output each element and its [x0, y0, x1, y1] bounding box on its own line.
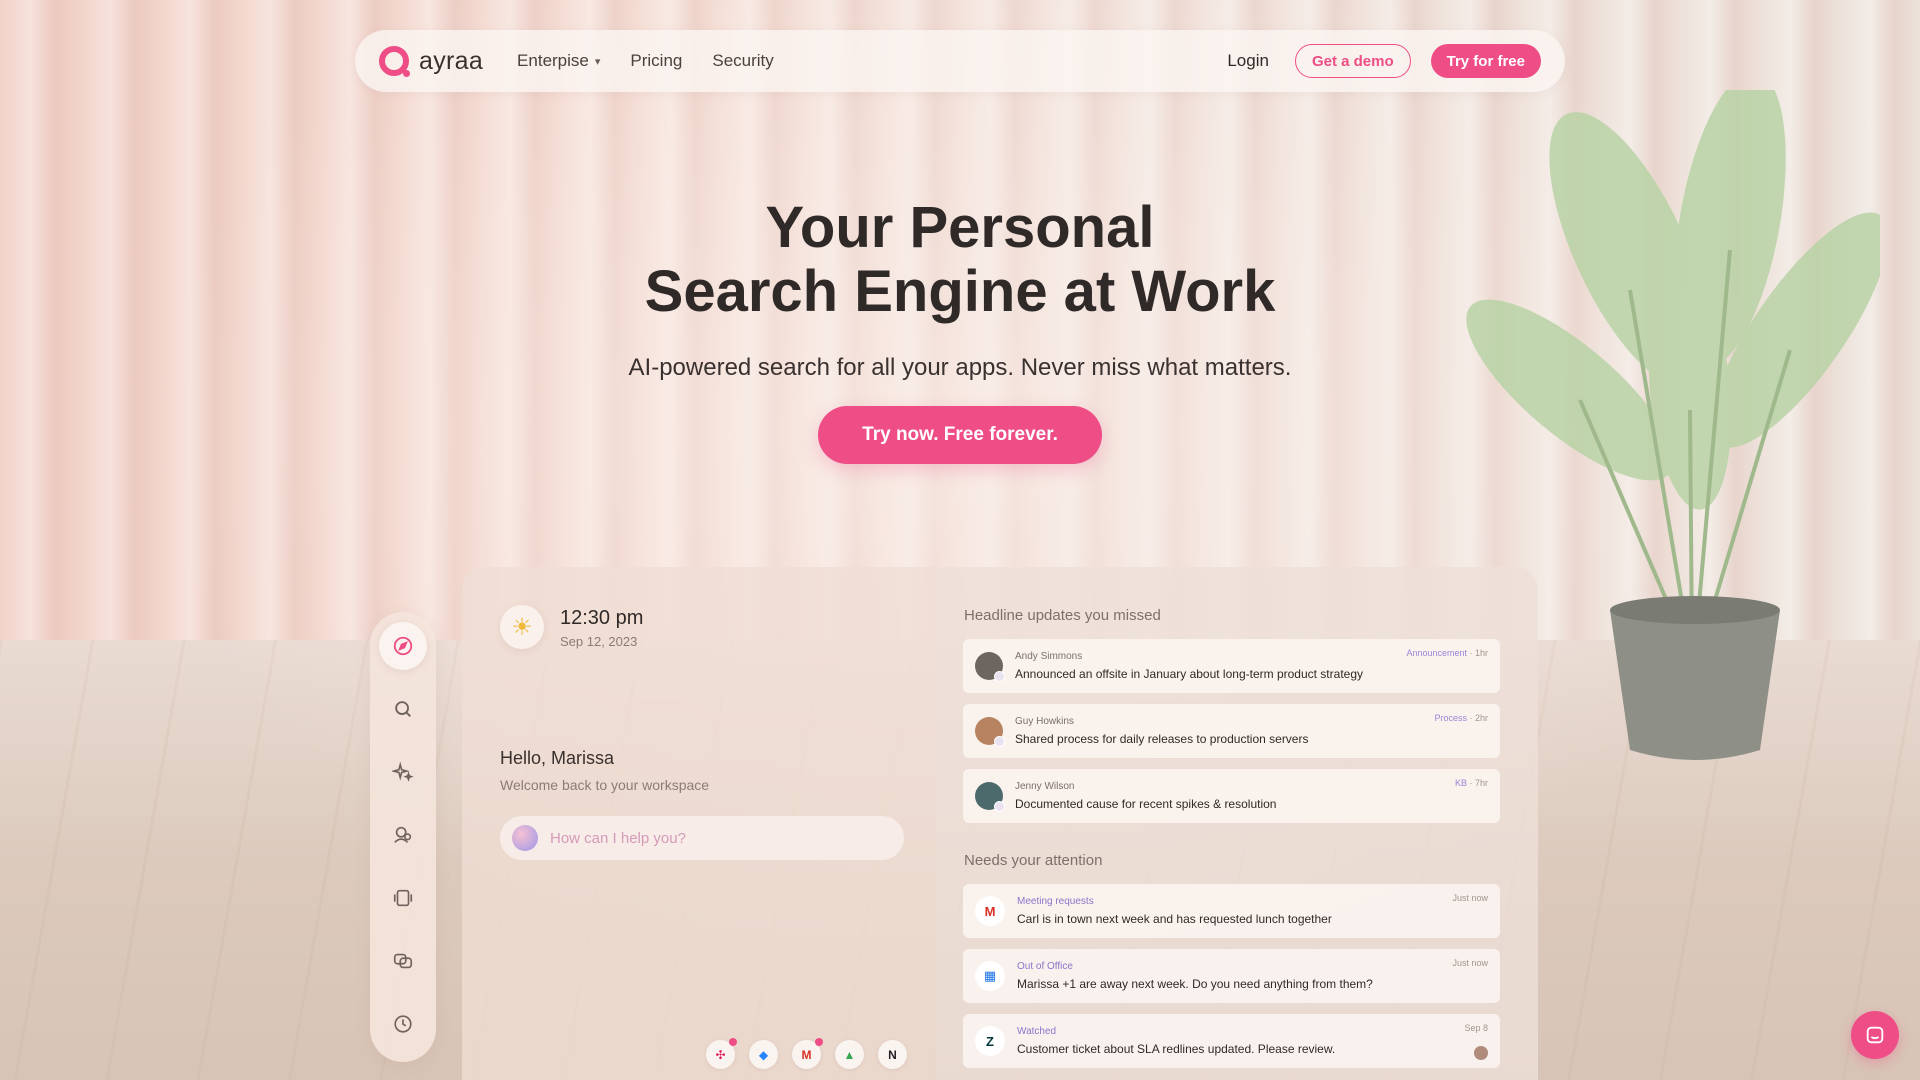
type-label: KB: [1454, 778, 1467, 788]
attention-text: Carl is in town next week and has reques…: [1017, 912, 1332, 926]
attention-card[interactable]: Z Watched Customer ticket about SLA redl…: [963, 1014, 1500, 1068]
hero-title: Your Personal Search Engine at Work: [0, 196, 1920, 324]
author-name: Guy Howkins: [1015, 716, 1074, 727]
headline-card[interactable]: Guy Howkins Shared process for daily rel…: [963, 704, 1500, 758]
greeting-block: Hello, Marissa Welcome back to your work…: [500, 748, 709, 793]
card-meta: KB · 7hr: [1454, 778, 1488, 788]
attention-text: Customer ticket about SLA redlines updat…: [1017, 1042, 1336, 1056]
headline-text: Announced an offsite in January about lo…: [1015, 667, 1363, 681]
headlines-title: Headline updates you missed: [964, 607, 1161, 624]
try-free-button[interactable]: Try for free: [1430, 44, 1541, 78]
attention-card[interactable]: M Meeting requests Carl is in town next …: [963, 884, 1500, 938]
nav-links: Enterpise ▾ Pricing Security: [517, 51, 774, 71]
attention-tag: Out of Office: [1017, 961, 1073, 972]
logo-icon: [379, 46, 410, 77]
assistant-orb-icon: [512, 825, 538, 851]
headline-card[interactable]: Jenny Wilson Documented cause for recent…: [963, 769, 1500, 823]
current-date: Sep 12, 2023: [560, 634, 638, 649]
age-label: 2hr: [1474, 713, 1488, 723]
login-link[interactable]: Login: [1227, 51, 1269, 71]
service-glyph: ▦: [983, 968, 997, 983]
attention-title: Needs your attention: [964, 852, 1103, 869]
jira-icon[interactable]: ◆: [749, 1040, 778, 1069]
source-badge-icon: [994, 671, 1005, 682]
history-icon[interactable]: [379, 1000, 427, 1048]
age-label: Just now: [1452, 958, 1488, 968]
zendesk-icon: Z: [975, 1026, 1005, 1056]
sparkles-icon[interactable]: [379, 748, 427, 796]
avatar: [1474, 1046, 1488, 1060]
type-label: Process: [1434, 713, 1467, 723]
calendar-icon: ▦: [975, 961, 1005, 991]
avatar: [975, 717, 1005, 747]
connected-apps: ✣ ◆ M ▲ N: [706, 1038, 907, 1069]
nav-link-pricing[interactable]: Pricing: [630, 51, 682, 71]
top-navigation: ayraa Enterpise ▾ Pricing Security Login…: [355, 30, 1565, 92]
feed-panel: Headline updates you missed Andy Simmons…: [936, 567, 1538, 1080]
hero-subtitle: AI-powered search for all your apps. Nev…: [628, 354, 1292, 381]
age-label: 7hr: [1474, 778, 1488, 788]
compass-icon[interactable]: [379, 622, 427, 670]
sun-icon: ☀: [500, 605, 544, 649]
chat-icon: [1866, 1026, 1884, 1044]
nav-link-security[interactable]: Security: [712, 51, 773, 71]
service-glyph: M: [984, 903, 996, 919]
slack-icon[interactable]: ✣: [706, 1038, 737, 1069]
greeting-title: Hello, Marissa: [500, 748, 615, 768]
avatar: [975, 652, 1005, 682]
headline-card[interactable]: Andy Simmons Announced an offsite in Jan…: [963, 639, 1500, 693]
notification-dot: [729, 1038, 737, 1046]
brand-logo[interactable]: ayraa: [379, 46, 484, 77]
gmail-icon[interactable]: M: [792, 1038, 823, 1069]
notification-dot: [815, 1038, 823, 1046]
greeting-subtitle: Welcome back to your workspace: [500, 777, 710, 793]
workspace-panel: ☀ 12:30 pm Sep 12, 2023 Hello, Marissa W…: [462, 567, 936, 1080]
nav-actions: Login Get a demo Try for free: [1227, 44, 1541, 78]
ask-bar[interactable]: [500, 816, 904, 860]
age-label: Sep 8: [1464, 1023, 1488, 1033]
drive-icon[interactable]: ▲: [835, 1040, 864, 1069]
app-sidebar: [370, 612, 436, 1062]
current-time: 12:30 pm: [560, 607, 644, 629]
notion-icon[interactable]: N: [878, 1040, 907, 1069]
gmail-icon: M: [975, 896, 1005, 926]
headline-text: Shared process for daily releases to pro…: [1015, 732, 1309, 746]
card-meta: Announcement · 1hr: [1406, 648, 1488, 658]
ask-input[interactable]: [550, 829, 870, 847]
app-glyph: ▲: [843, 1047, 856, 1062]
hero-title-line1: Your Personal: [765, 195, 1155, 260]
search-icon[interactable]: [379, 685, 427, 733]
brand-name: ayraa: [419, 46, 484, 75]
app-glyph: ✣: [715, 1047, 726, 1062]
nav-link-label: Enterpise: [517, 51, 589, 70]
app-glyph: ◆: [758, 1047, 769, 1062]
attention-text: Marissa +1 are away next week. Do you ne…: [1017, 977, 1373, 991]
service-glyph: Z: [986, 1033, 994, 1049]
try-now-button[interactable]: Try now. Free forever.: [818, 406, 1102, 464]
hero-title-line2: Search Engine at Work: [644, 259, 1276, 324]
attention-card[interactable]: ▦ Out of Office Marissa +1 are away next…: [963, 949, 1500, 1003]
get-demo-button[interactable]: Get a demo: [1294, 44, 1411, 78]
people-icon[interactable]: [379, 811, 427, 859]
source-badge-icon: [994, 736, 1005, 747]
card-meta: Process · 2hr: [1434, 713, 1488, 723]
nav-link-enterprise[interactable]: Enterpise ▾: [517, 51, 600, 71]
app-glyph: N: [888, 1047, 897, 1062]
device-icon[interactable]: [379, 874, 427, 922]
app-glyph: M: [801, 1047, 812, 1062]
chat-launcher-button[interactable]: [1851, 1011, 1899, 1059]
attention-tag: Watched: [1017, 1026, 1057, 1037]
chevron-down-icon: ▾: [594, 55, 601, 68]
headline-text: Documented cause for recent spikes & res…: [1015, 797, 1277, 811]
age-label: Just now: [1452, 893, 1488, 903]
age-label: 1hr: [1474, 648, 1488, 658]
source-badge-icon: [994, 801, 1005, 812]
layers-icon[interactable]: [379, 937, 427, 985]
avatar: [975, 782, 1005, 812]
clock-widget: ☀ 12:30 pm Sep 12, 2023: [500, 605, 643, 649]
attention-tag: Meeting requests: [1017, 896, 1094, 907]
hero-section: Your Personal Search Engine at Work AI-p…: [0, 196, 1920, 464]
type-label: Announcement: [1406, 648, 1467, 658]
author-name: Jenny Wilson: [1015, 781, 1075, 792]
